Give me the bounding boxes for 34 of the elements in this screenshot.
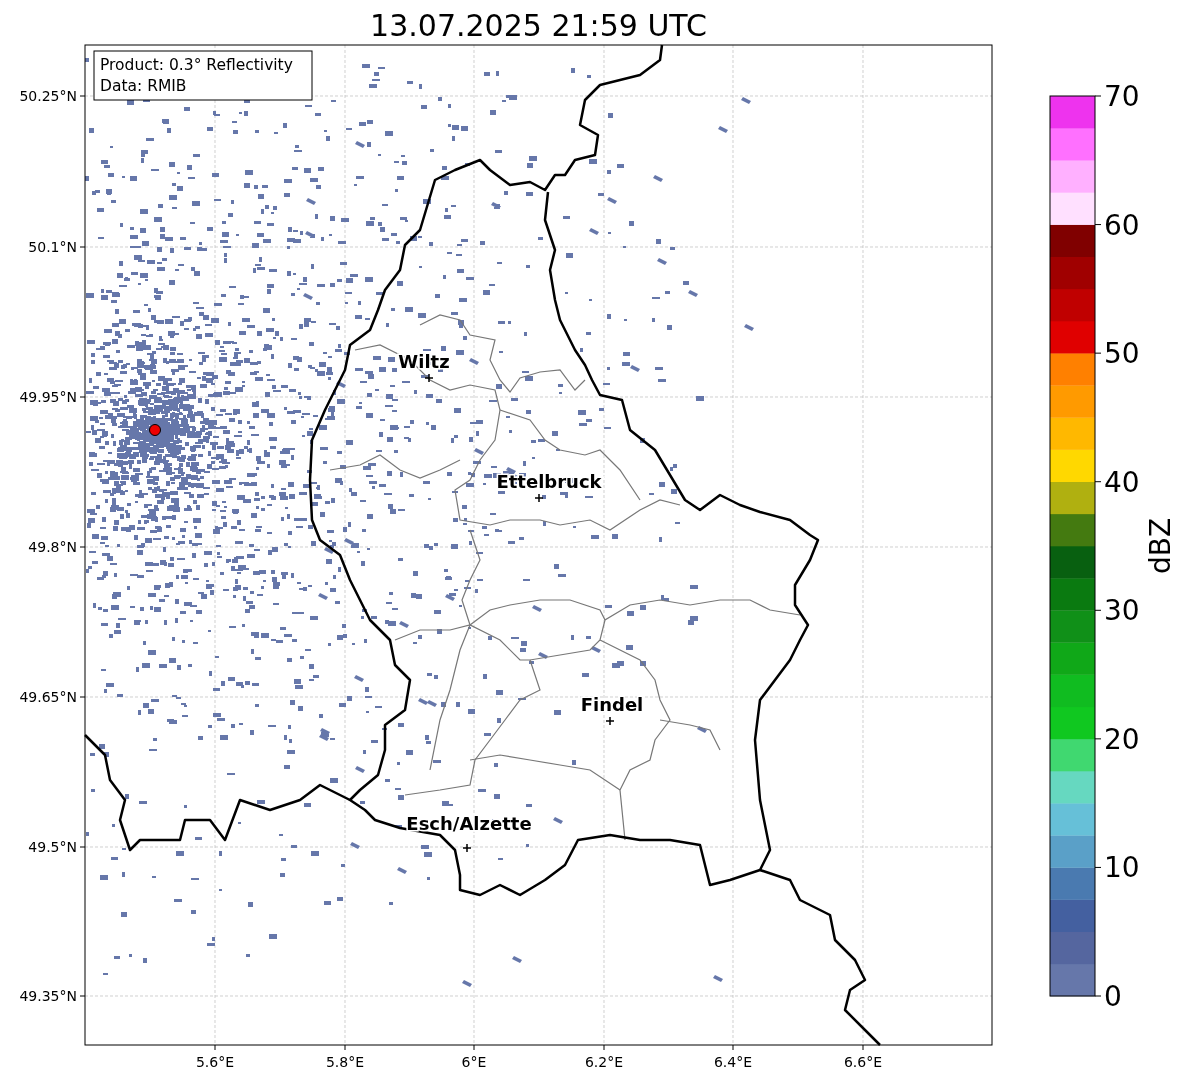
city-label: Ettelbruck bbox=[496, 471, 602, 492]
axis-tick-label: 6.2°E bbox=[584, 1054, 624, 1070]
axis-tick-label: 6.4°E bbox=[713, 1054, 753, 1070]
axis-tick-label: 49.8°N bbox=[28, 539, 77, 555]
city-label: Findel bbox=[580, 694, 644, 715]
colorbar-tick-label: 60 bbox=[1104, 208, 1140, 242]
axis-tick-label: 49.65°N bbox=[19, 689, 77, 705]
chart-title: 13.07.2025 21:59 UTC bbox=[370, 8, 707, 43]
axis-tick-label: 49.35°N bbox=[19, 988, 77, 1004]
axis-tick-label: 5.8°E bbox=[325, 1054, 365, 1070]
colorbar-tick-label: 20 bbox=[1104, 722, 1140, 756]
axis-tick-label: 50.1°N bbox=[28, 239, 77, 255]
city-label: Wiltz bbox=[398, 351, 450, 372]
city-marker-icon bbox=[534, 493, 544, 503]
info-text: Product: 0.3° Reflectivity bbox=[100, 56, 293, 74]
city-marker-icon bbox=[424, 373, 434, 383]
info-text: Data: RMIB bbox=[100, 77, 187, 95]
axis-tick-label: 6°E bbox=[461, 1054, 487, 1070]
axis-tick-label: 6.6°E bbox=[843, 1054, 883, 1070]
radar-site-icon bbox=[149, 424, 161, 436]
colorbar-tick-label: 40 bbox=[1104, 465, 1140, 499]
city-label: Esch/Alzette bbox=[406, 813, 532, 834]
axis-tick-label: 49.5°N bbox=[28, 839, 77, 855]
axis-tick-label: 5.6°E bbox=[195, 1054, 235, 1070]
city-marker-icon bbox=[605, 716, 615, 726]
colorbar-label: dBZ bbox=[1144, 517, 1177, 575]
axis-tick-label: 50.25°N bbox=[19, 88, 77, 104]
colorbar-tick-label: 30 bbox=[1104, 594, 1140, 628]
axis-tick-label: 49.95°N bbox=[19, 389, 77, 405]
colorbar-tick-label: 10 bbox=[1104, 851, 1140, 885]
city-marker-icon bbox=[462, 843, 472, 853]
colorbar-tick-label: 0 bbox=[1104, 980, 1122, 1013]
colorbar-tick-label: 70 bbox=[1104, 80, 1140, 113]
colorbar-tick-label: 50 bbox=[1104, 337, 1140, 371]
